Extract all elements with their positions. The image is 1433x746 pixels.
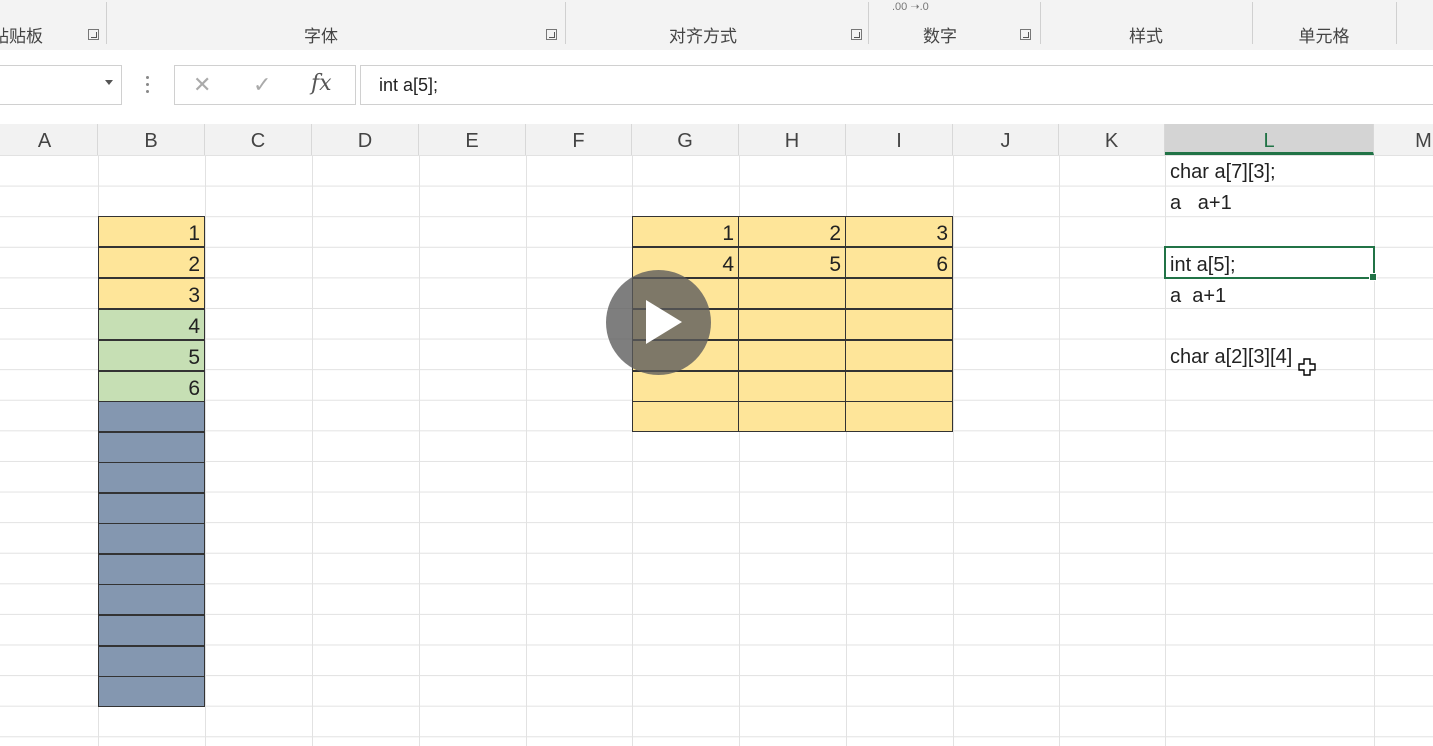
cell-i6[interactable]	[845, 309, 953, 340]
clipboard-launcher-icon[interactable]	[88, 29, 99, 40]
cell-h4[interactable]: 5	[738, 247, 846, 278]
cell-b8[interactable]: 6	[98, 371, 205, 402]
clipboard-group-label: 贴贴板	[0, 27, 43, 46]
cell-l2[interactable]: a a+1	[1170, 192, 1232, 215]
cell-b7[interactable]: 5	[98, 340, 205, 371]
formula-input[interactable]: int a[5];	[360, 65, 1433, 105]
alignment-group-label: 对齐方式	[669, 27, 737, 46]
enter-icon[interactable]: ✓	[253, 72, 271, 98]
col-header-h[interactable]: H	[739, 124, 846, 155]
alignment-launcher-icon[interactable]	[851, 29, 862, 40]
cells-group-label: 单元格	[1298, 27, 1350, 46]
active-cell-selection[interactable]	[1164, 246, 1377, 281]
cell-b16[interactable]	[98, 615, 205, 646]
cell-b12[interactable]	[98, 493, 205, 524]
cell-l1[interactable]: char a[7][3];	[1170, 161, 1276, 184]
col-header-a[interactable]: A	[0, 124, 98, 155]
grid-line	[205, 155, 206, 746]
cell-i4[interactable]: 6	[845, 247, 953, 278]
cell-g8[interactable]	[632, 371, 739, 402]
cell-b13[interactable]	[98, 523, 205, 554]
ribbon-group-font: 字体	[106, 0, 536, 50]
col-header-l[interactable]: L	[1165, 124, 1374, 155]
cell-h7[interactable]	[738, 340, 846, 371]
ribbon: 贴贴板 字体 对齐方式 .00 ➝.0 数字 样式 单元格	[0, 0, 1433, 51]
cell-i7[interactable]	[845, 340, 953, 371]
cell-i9[interactable]	[845, 401, 953, 432]
col-header-d[interactable]: D	[312, 124, 419, 155]
insert-function-icon[interactable]: fx	[311, 71, 332, 96]
grid-line	[953, 155, 954, 746]
cell-l7[interactable]: char a[2][3][4]	[1170, 346, 1292, 369]
ribbon-group-number: .00 ➝.0 数字	[868, 0, 1012, 50]
col-header-g[interactable]: G	[632, 124, 739, 155]
cancel-icon[interactable]: ✕	[193, 72, 211, 98]
ribbon-group-styles: 样式	[1040, 0, 1252, 50]
cell-b18[interactable]	[98, 676, 205, 707]
cell-b6[interactable]: 4	[98, 309, 205, 340]
cell-b3[interactable]: 1	[98, 216, 205, 247]
ribbon-group-clipboard: 贴贴板	[0, 0, 60, 50]
cell-b10[interactable]	[98, 432, 205, 463]
col-header-f[interactable]: F	[526, 124, 632, 155]
cell-h8[interactable]	[738, 371, 846, 402]
formula-bar: ✕ ✓ fx int a[5];	[0, 50, 1433, 124]
col-header-m[interactable]: M	[1374, 124, 1433, 155]
name-box[interactable]	[0, 65, 122, 105]
number-launcher-icon[interactable]	[1020, 29, 1031, 40]
formula-buttons: ✕ ✓ fx	[174, 65, 356, 105]
grid-line	[1165, 155, 1166, 746]
cell-g3[interactable]: 1	[632, 216, 739, 247]
cell-b9[interactable]	[98, 401, 205, 432]
cell-h5[interactable]	[738, 278, 846, 309]
cell-g9[interactable]	[632, 401, 739, 432]
cell-i5[interactable]	[845, 278, 953, 309]
more-icon[interactable]	[146, 76, 150, 94]
font-group-label: 字体	[304, 27, 338, 46]
grid-line	[1374, 155, 1375, 746]
decimal-icon[interactable]: .00 ➝.0	[892, 0, 929, 13]
grid-line	[526, 155, 527, 746]
column-headers: A B C D E F G H I J K L M	[0, 124, 1433, 156]
grid-line	[419, 155, 420, 746]
col-header-i[interactable]: I	[846, 124, 953, 155]
cell-b17[interactable]	[98, 646, 205, 677]
ribbon-group-cells: 单元格	[1252, 0, 1396, 50]
grid-line	[1059, 155, 1060, 746]
font-launcher-icon[interactable]	[546, 29, 557, 40]
cell-i8[interactable]	[845, 371, 953, 402]
cell-i3[interactable]: 3	[845, 216, 953, 247]
col-header-j[interactable]: J	[953, 124, 1059, 155]
chevron-down-icon[interactable]	[105, 80, 113, 85]
cell-b14[interactable]	[98, 554, 205, 585]
cell-h9[interactable]	[738, 401, 846, 432]
cell-b11[interactable]	[98, 462, 205, 493]
cell-cursor-icon	[1298, 358, 1316, 376]
number-group-label: 数字	[923, 27, 957, 46]
cell-l5[interactable]: a a+1	[1170, 285, 1226, 308]
col-header-e[interactable]: E	[419, 124, 526, 155]
ribbon-group-alignment: 对齐方式	[565, 0, 841, 50]
cell-b15[interactable]	[98, 584, 205, 615]
grid-line	[312, 155, 313, 746]
play-icon[interactable]	[606, 270, 711, 375]
styles-group-label: 样式	[1129, 27, 1163, 46]
cell-h6[interactable]	[738, 309, 846, 340]
cell-b5[interactable]: 3	[98, 278, 205, 309]
cell-h3[interactable]: 2	[738, 216, 846, 247]
ribbon-separator	[1396, 2, 1397, 44]
cell-b4[interactable]: 2	[98, 247, 205, 278]
col-header-b[interactable]: B	[98, 124, 205, 155]
col-header-k[interactable]: K	[1059, 124, 1165, 155]
col-header-c[interactable]: C	[205, 124, 312, 155]
